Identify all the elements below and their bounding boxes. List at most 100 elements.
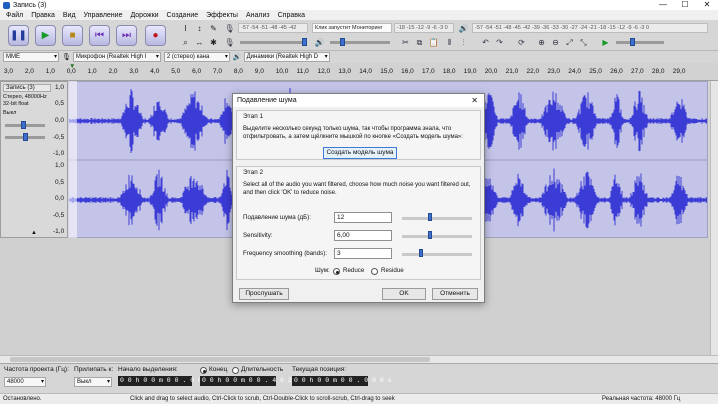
play-button[interactable]: ▶ — [35, 25, 56, 46]
playback-volume-slider[interactable] — [330, 41, 390, 44]
mute-button[interactable]: Выкл — [3, 110, 16, 116]
reduce-radio[interactable] — [333, 268, 340, 275]
menu-generate[interactable]: Создание — [163, 12, 203, 19]
zoom-out-icon[interactable]: ⊖ — [550, 37, 561, 48]
skip-start-button[interactable]: ⏮ — [89, 25, 110, 46]
timeshift-tool-icon[interactable]: ↔ — [194, 37, 205, 48]
paste-icon[interactable]: 📋 — [428, 37, 439, 48]
record-volume-thumb[interactable] — [302, 38, 307, 46]
collapse-track-icon[interactable]: ▲ — [31, 230, 37, 236]
multi-tool-icon[interactable]: ✱ — [208, 37, 219, 48]
sensitivity-input[interactable]: 6,00 — [334, 230, 392, 241]
cancel-button[interactable]: Отменить — [432, 288, 478, 300]
sensitivity-slider[interactable] — [402, 235, 472, 238]
end-radio[interactable] — [200, 367, 207, 374]
ruler-tick-label: 10,0 — [275, 68, 289, 75]
timeline-ruler[interactable]: 3,0 2,0 1,0 0,0 1,0 2,0 3,0 4,0 5,0 6,0 7,0 8,0 9,0 1… — [0, 63, 718, 81]
dialog-close-icon[interactable]: ✕ — [471, 96, 478, 105]
copy-icon[interactable]: ⧉ — [414, 37, 425, 48]
playhead-marker-icon[interactable]: ▼ — [69, 63, 75, 70]
zoom-in-icon[interactable]: ⊕ — [536, 37, 547, 48]
ruler-tick-label: 19,0 — [463, 68, 477, 75]
close-window-button[interactable]: ✕ — [696, 0, 718, 10]
ruler-tick-label: 28,0 — [651, 68, 665, 75]
selection-tool-icon[interactable]: I — [180, 23, 191, 34]
scale-top-3: 0,0 — [55, 117, 65, 124]
playback-device-select[interactable]: Динамики (Realtek High D — [243, 52, 330, 62]
current-position-time[interactable]: 0 0 h 0 0 m 0 0 . 0 0 0 s — [292, 376, 392, 386]
length-radio[interactable] — [232, 367, 239, 374]
play-at-speed-icon[interactable]: ▶ — [600, 37, 611, 48]
skip-end-button[interactable]: ⏭ — [116, 25, 137, 46]
stage1-instructions: Выделите несколько секунд только шума, т… — [243, 126, 463, 140]
residue-radio[interactable] — [371, 268, 378, 275]
scale-bottom-3: 0,0 — [55, 195, 65, 202]
speaker-device-icon: 🔊 — [232, 54, 242, 61]
ruler-tick-label: 26,0 — [610, 68, 623, 75]
menu-tracks[interactable]: Дорожки — [126, 12, 162, 19]
horizontal-scroll-thumb[interactable] — [10, 357, 430, 362]
minimize-button[interactable]: — — [652, 0, 674, 10]
horizontal-scrollbar[interactable] — [0, 355, 718, 363]
ok-button[interactable]: OK — [382, 288, 426, 300]
host-select[interactable]: MME — [3, 52, 59, 62]
channels-select[interactable]: 2 (стерео) кана — [163, 52, 230, 62]
playback-meter-scale[interactable]: -57 -54 -51 -48 -45 -42 -39 -36 -33 -30 … — [472, 23, 708, 33]
cut-icon[interactable]: ✂ — [400, 37, 411, 48]
scale-top-4: -0,5 — [53, 134, 65, 141]
redo-icon[interactable]: ↷ — [494, 37, 505, 48]
draw-tool-icon[interactable]: ✎ — [208, 23, 219, 34]
track-name-menu[interactable]: Запись (3) — [3, 84, 51, 92]
play-speed-thumb[interactable] — [630, 38, 635, 46]
menu-file[interactable]: Файл — [2, 12, 27, 19]
sync-lock-icon[interactable]: ⟳ — [516, 37, 527, 48]
undo-icon[interactable]: ↶ — [480, 37, 491, 48]
ruler-tick-label: 17,0 — [422, 68, 435, 75]
stage1-title: Этап 1 — [243, 113, 264, 120]
menu-edit[interactable]: Правка — [27, 12, 59, 19]
sensitivity-thumb[interactable] — [428, 231, 433, 239]
trim-icon[interactable]: ⫴ — [444, 37, 455, 48]
selection-start-time[interactable]: 0 0 h 0 0 m 0 0 . 0 0 0 s — [118, 376, 218, 386]
zoom-tool-icon[interactable]: ⌕ — [180, 37, 191, 48]
frequency-smoothing-input[interactable]: 3 — [334, 248, 392, 259]
track-gain-thumb[interactable] — [21, 121, 26, 129]
vertical-scrollbar[interactable] — [710, 81, 718, 355]
speaker-icon: 🔊 — [458, 24, 469, 33]
record-meter-scale[interactable]: -57 -54 -51 -48 -45 -42 — [238, 23, 308, 33]
menu-analyze[interactable]: Анализ — [242, 12, 274, 19]
silence-icon[interactable]: ⫶ — [458, 37, 469, 48]
stop-button[interactable]: ■ — [62, 25, 83, 46]
record-meter-prompt[interactable]: Клик запустит Мониторинг — [312, 23, 392, 33]
selection-end-time[interactable]: 0 0 h 0 0 m 0 0 . 4 6 2 s — [200, 376, 300, 386]
recording-device-select[interactable]: Микрофон (Realtek High I — [72, 52, 161, 62]
frequency-smoothing-thumb[interactable] — [418, 249, 423, 257]
frequency-smoothing-slider[interactable] — [402, 253, 472, 256]
playback-volume-thumb[interactable] — [340, 38, 345, 46]
envelope-tool-icon[interactable]: ↕ — [194, 23, 205, 34]
record-volume-slider[interactable] — [240, 41, 306, 44]
noise-reduction-slider[interactable] — [402, 217, 472, 220]
menu-help[interactable]: Справка — [274, 12, 309, 19]
fit-selection-icon[interactable]: ⤢ — [564, 37, 575, 48]
selection-region[interactable] — [68, 81, 77, 238]
noise-reduction-thumb[interactable] — [428, 213, 433, 221]
menu-transport[interactable]: Управление — [80, 12, 127, 19]
scale-top-1: 1,0 — [55, 84, 65, 91]
menu-view[interactable]: Вид — [59, 12, 80, 19]
get-noise-profile-button[interactable]: Создать модель шума — [323, 147, 397, 159]
track-pan-thumb[interactable] — [23, 133, 28, 141]
menu-effects[interactable]: Эффекты — [202, 12, 242, 19]
ruler-tick-label: 21,0 — [505, 68, 519, 75]
fit-project-icon[interactable]: ⤡ — [578, 37, 589, 48]
project-rate-select[interactable]: 48000 — [4, 377, 46, 387]
preview-button[interactable]: Прослушать — [239, 288, 289, 300]
play-speed-slider[interactable] — [616, 41, 664, 44]
ruler-tick-label: 13,0 — [338, 68, 352, 75]
record-button[interactable]: ● — [145, 25, 166, 46]
snap-select[interactable]: Выкл — [74, 377, 112, 387]
record-meter-tail[interactable]: -18 -15 -12 -9 -6 -3 0 — [394, 23, 454, 33]
maximize-button[interactable]: ☐ — [674, 0, 696, 10]
noise-reduction-input[interactable]: 12 — [334, 212, 392, 223]
pause-button[interactable]: ❚❚ — [8, 25, 29, 46]
